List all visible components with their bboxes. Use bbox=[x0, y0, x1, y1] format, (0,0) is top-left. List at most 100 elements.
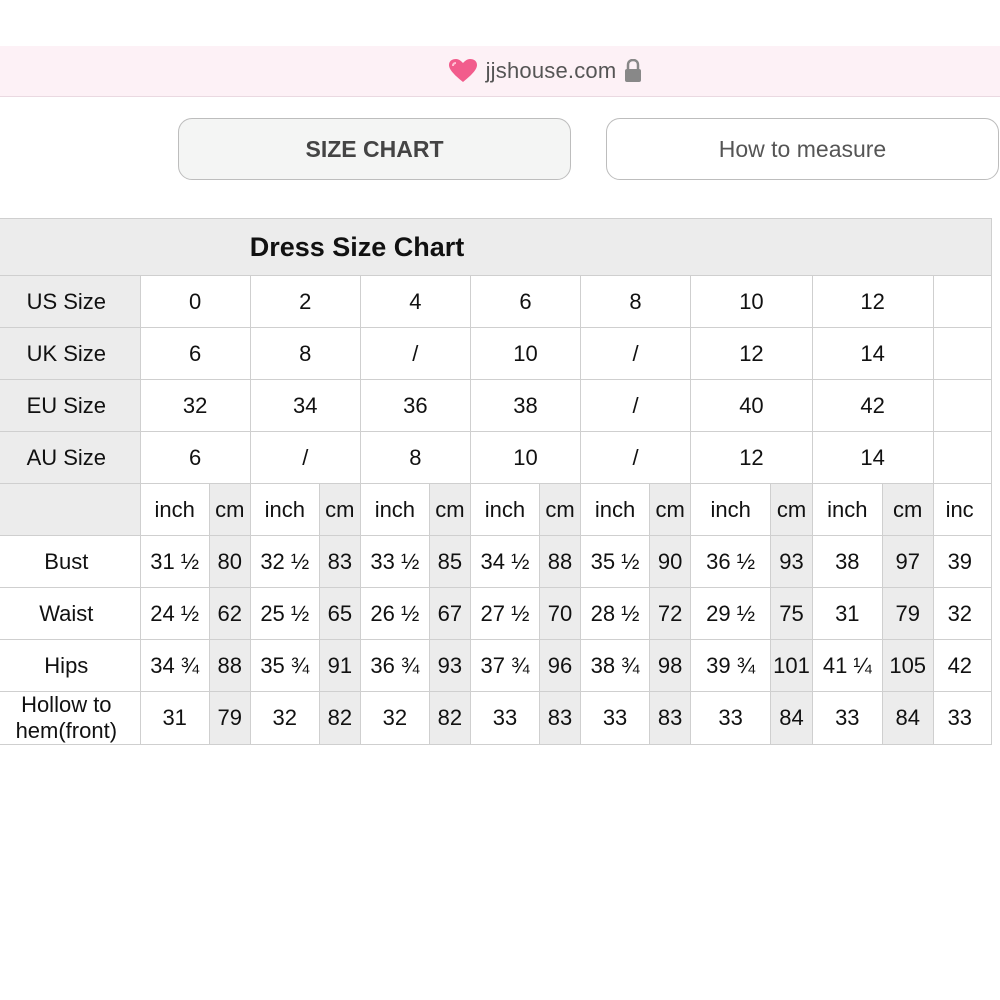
cm-value-cell: 70 bbox=[539, 587, 581, 640]
cm-value-cell: 88 bbox=[539, 535, 581, 588]
unit-inch-cell: inch bbox=[690, 483, 772, 536]
inch-value-cell: 33 bbox=[690, 691, 772, 745]
measure-label: Hollow to hem(front) bbox=[0, 691, 141, 745]
cm-value-cell: 93 bbox=[428, 639, 471, 692]
table-row: Bust 31 ½ 80 32 ½ 83 33 ½ 85 34 ½ 88 35 ½ 90 36 ½ 93… bbox=[0, 535, 993, 588]
dress-size-chart-table: Dress Size Chart US Size 0 2 4 6 8 10 12 UK Size… bbox=[0, 218, 993, 745]
size-cell: 8 bbox=[359, 431, 471, 484]
unit-cm-cell: cm bbox=[649, 483, 692, 536]
unit-cm-cell: cm bbox=[770, 483, 813, 536]
cm-value-cell: 97 bbox=[881, 535, 934, 588]
size-cell: 12 bbox=[811, 275, 934, 328]
size-cell: / bbox=[249, 431, 361, 484]
table-row: AU Size 6/8 10/12 14 bbox=[0, 431, 993, 484]
unit-inch-cell: inch bbox=[469, 483, 541, 536]
size-cell-partial bbox=[932, 379, 993, 432]
cm-value-cell: 88 bbox=[208, 639, 251, 692]
cm-value-cell: 62 bbox=[208, 587, 251, 640]
inch-value-cell: 33 bbox=[469, 691, 541, 745]
cm-value-cell: 83 bbox=[539, 691, 581, 745]
inch-value-cell: 25 ½ bbox=[249, 587, 320, 640]
size-cell: / bbox=[579, 327, 692, 380]
how-to-measure-tab[interactable]: How to measure bbox=[606, 118, 999, 180]
size-cell: 8 bbox=[579, 275, 692, 328]
inch-value-cell: 28 ½ bbox=[579, 587, 651, 640]
inch-value-cell: 27 ½ bbox=[469, 587, 541, 640]
cm-value-cell: 79 bbox=[881, 587, 934, 640]
row-label: UK Size bbox=[0, 327, 141, 380]
partial-value-cell: 33 bbox=[932, 691, 993, 745]
browser-url-bar[interactable]: jjshouse.com bbox=[0, 46, 1000, 97]
cm-value-cell: 83 bbox=[318, 535, 361, 588]
inch-value-cell: 31 bbox=[139, 691, 210, 745]
size-cell: 6 bbox=[139, 327, 251, 380]
chart-title-cell: Dress Size Chart bbox=[0, 218, 992, 276]
cm-value-cell: 91 bbox=[318, 639, 361, 692]
measure-label: Bust bbox=[0, 535, 141, 588]
inch-value-cell: 37 ¾ bbox=[469, 639, 541, 692]
inch-value-cell: 35 ¾ bbox=[249, 639, 320, 692]
cm-value-cell: 105 bbox=[881, 639, 934, 692]
inch-value-cell: 39 ¾ bbox=[690, 639, 772, 692]
cm-value-cell: 80 bbox=[208, 535, 251, 588]
cm-value-cell: 84 bbox=[770, 691, 813, 745]
size-cell: 2 bbox=[249, 275, 361, 328]
table-row: EU Size 32 34 36 38/40 42 bbox=[0, 379, 993, 432]
partial-value-cell: 39 bbox=[932, 535, 993, 588]
cm-value-cell: 67 bbox=[428, 587, 471, 640]
unit-inch-cell: inch bbox=[249, 483, 320, 536]
inch-value-cell: 31 bbox=[811, 587, 883, 640]
size-cell: / bbox=[359, 327, 471, 380]
cm-value-cell: 96 bbox=[539, 639, 581, 692]
measure-label: Hips bbox=[0, 639, 141, 692]
unit-inch-cell: inch bbox=[579, 483, 651, 536]
table-row: US Size 0 2 4 6 8 10 12 bbox=[0, 275, 993, 328]
partial-value-cell: 42 bbox=[932, 639, 993, 692]
cm-value-cell: 84 bbox=[881, 691, 934, 745]
size-cell: 10 bbox=[469, 431, 582, 484]
unit-cm-cell: cm bbox=[539, 483, 581, 536]
row-label-empty bbox=[0, 483, 141, 536]
cm-value-cell: 85 bbox=[428, 535, 471, 588]
size-cell: / bbox=[579, 431, 692, 484]
cm-value-cell: 101 bbox=[770, 639, 813, 692]
inch-value-cell: 33 bbox=[811, 691, 883, 745]
inch-value-cell: 35 ½ bbox=[579, 535, 651, 588]
size-cell: 10 bbox=[469, 327, 582, 380]
table-row: Hollow to hem(front) 31 79 32 82 32 82 33 83 33 83… bbox=[0, 691, 993, 745]
inch-value-cell: 38 ¾ bbox=[579, 639, 651, 692]
partial-value-cell: 32 bbox=[932, 587, 993, 640]
size-cell: 12 bbox=[690, 431, 813, 484]
inch-value-cell: 31 ½ bbox=[139, 535, 210, 588]
inch-value-cell: 36 ½ bbox=[690, 535, 772, 588]
cm-value-cell: 98 bbox=[649, 639, 692, 692]
inch-value-cell: 34 ½ bbox=[469, 535, 541, 588]
row-label: AU Size bbox=[0, 431, 141, 484]
size-cell: 32 bbox=[139, 379, 251, 432]
size-chart-tab[interactable]: SIZE CHART bbox=[178, 118, 571, 180]
row-label: US Size bbox=[0, 275, 141, 328]
unit-cm-cell: cm bbox=[318, 483, 361, 536]
cm-value-cell: 82 bbox=[428, 691, 471, 745]
size-cell: 14 bbox=[811, 327, 934, 380]
size-cell: 10 bbox=[690, 275, 813, 328]
cm-value-cell: 90 bbox=[649, 535, 692, 588]
chart-title: Dress Size Chart bbox=[249, 231, 465, 262]
inch-value-cell: 26 ½ bbox=[359, 587, 430, 640]
inch-value-cell: 32 ½ bbox=[249, 535, 320, 588]
unit-row: inch cm inch cm inch cm inch cm inch cm inch cm inch… bbox=[0, 483, 993, 536]
size-cell: 38 bbox=[469, 379, 582, 432]
inch-value-cell: 41 ¼ bbox=[811, 639, 883, 692]
cm-value-cell: 72 bbox=[649, 587, 692, 640]
unit-inch-cell: inch bbox=[811, 483, 883, 536]
size-cell-partial bbox=[932, 431, 993, 484]
cm-value-cell: 83 bbox=[649, 691, 692, 745]
unit-partial-cell: inc bbox=[932, 483, 993, 536]
cm-value-cell: 75 bbox=[770, 587, 813, 640]
table-row: UK Size 6 8/10/12 14 bbox=[0, 327, 993, 380]
lock-icon bbox=[624, 58, 642, 83]
table-row: Waist 24 ½ 62 25 ½ 65 26 ½ 67 27 ½ 70 28 ½ 72 29 ½7… bbox=[0, 587, 993, 640]
cm-value-cell: 65 bbox=[318, 587, 361, 640]
heart-favicon-icon bbox=[448, 58, 478, 84]
size-cell: 34 bbox=[249, 379, 361, 432]
